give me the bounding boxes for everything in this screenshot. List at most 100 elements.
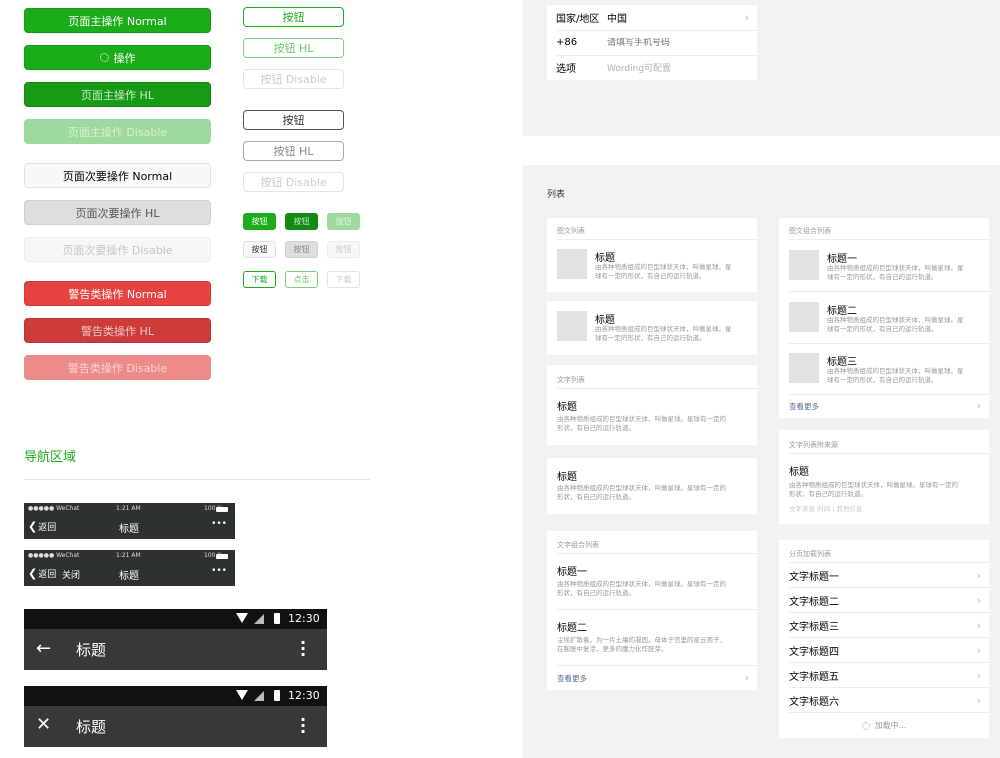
list-item[interactable]: 文字标题一 ›: [779, 563, 989, 587]
item-desc: 由各种物质组成的巨型球状天体，叫做星球。星球有一定的: [789, 481, 958, 489]
list-item[interactable]: 标题二 尘埃扩散着，为一片土壤的凝固，母体子宫里的星云孢子， 在膨胀中复活，更多…: [547, 610, 757, 665]
item-title: 标题: [595, 253, 615, 264]
back-button[interactable]: ❮ 返回: [28, 567, 56, 580]
status-time: 12:30: [288, 612, 320, 625]
warn-button-hl[interactable]: 警告类操作 HL: [24, 318, 211, 343]
list-item[interactable]: 标题二 由各种物质组成的巨型球状天体，叫做星球。星 球有一定的形状，有自己的运行…: [779, 292, 989, 343]
list-item[interactable]: 文字标题六 ›: [779, 688, 989, 712]
arrow-left-icon[interactable]: ←: [36, 638, 51, 659]
default-button-normal[interactable]: 页面次要操作 Normal: [24, 163, 211, 188]
overflow-menu-icon[interactable]: · · ·: [300, 712, 306, 740]
country-row[interactable]: 国家/地区 中国 ›: [547, 5, 757, 30]
button-label: 按钮: [251, 245, 268, 254]
plain-default-button[interactable]: 按钮: [243, 110, 344, 130]
list-item[interactable]: 标题一 由各种物质组成的巨型球状天体，叫做星球。星 球有一定的形状，有自己的运行…: [779, 240, 989, 291]
item-title: 文字标题三: [789, 621, 839, 633]
text-group-list-card: 文字组合列表 标题一 由各种物质组成的巨型球状天体，叫做星球。星球有一定的 形状…: [547, 531, 757, 690]
loading-indicator: 加载中...: [779, 713, 989, 738]
mini-plain-download-button[interactable]: 下载: [243, 271, 276, 288]
list-item[interactable]: 文字标题五 ›: [779, 663, 989, 687]
more-icon[interactable]: •••: [211, 519, 227, 529]
android-toolbar: ✕ 标题 · · ·: [24, 706, 327, 747]
chevron-right-icon: ›: [976, 693, 981, 707]
status-time: 1:21 AM: [116, 505, 141, 512]
plain-primary-button[interactable]: 按钮: [243, 7, 344, 27]
wifi-icon: [236, 690, 248, 700]
item-desc: 在膨胀中复活，更多的魔力化作胚芽。: [557, 645, 668, 653]
paged-list-card: 分页加载列表 文字标题一 › 文字标题二 › 文字标题三 › 文字标题四 › 文…: [779, 540, 989, 738]
item-desc: 由各种物质组成的巨型球状天体，叫做星球。星: [595, 325, 732, 333]
button-label: 按钮: [282, 11, 305, 24]
item-desc: 球有一定的形状，有自己的运行轨道。: [595, 272, 706, 280]
back-button[interactable]: ❮ 返回: [28, 520, 56, 533]
item-title: 标题: [557, 402, 577, 413]
ios-status-bar: ●●●●● WeChat 1:21 AM 100 %: [24, 552, 235, 562]
item-title: 文字标题四: [789, 646, 839, 658]
list-item[interactable]: 标题三 由各种物质组成的巨型球状天体，叫做星球。星 球有一定的形状，有自己的运行…: [779, 344, 989, 394]
mini-primary-button-hl[interactable]: 按钮: [285, 213, 318, 230]
view-more-link[interactable]: 查看更多 ›: [547, 666, 757, 690]
view-more-link[interactable]: 查看更多 ›: [779, 395, 989, 418]
country-label: 国家/地区: [556, 14, 600, 25]
mini-primary-button[interactable]: 按钮: [243, 213, 276, 230]
thumbnail-image: [789, 353, 819, 383]
mini-default-button-hl[interactable]: 按钮: [285, 241, 318, 258]
thumbnail-image: [557, 311, 587, 341]
ios-status-bar: ●●●●● WeChat 1:21 AM 100 %: [24, 505, 235, 515]
android-appbar-close: 12:30 ✕ 标题 · · ·: [24, 686, 327, 747]
view-more-label: 查看更多: [789, 402, 819, 411]
list-item[interactable]: 标题 由各种物质组成的巨型球状天体，叫做星球。星球有一定的 形状，有自己的运行轨…: [547, 458, 757, 514]
close-icon[interactable]: ✕: [36, 714, 51, 735]
android-toolbar: ← 标题 · · ·: [24, 629, 327, 670]
item-desc: 形状，有自己的运行轨道。: [557, 424, 635, 432]
mini-default-button[interactable]: 按钮: [243, 241, 276, 258]
option-value: Wording可配置: [607, 64, 672, 74]
list-item[interactable]: 标题 由各种物质组成的巨型球状天体，叫做星球。星球有一定的 形状，有自己的运行轨…: [779, 454, 989, 524]
more-icon[interactable]: •••: [211, 566, 227, 576]
list-item[interactable]: 标题 由各种物质组成的巨型球状天体，叫做星球。星 球有一定的形状，有自己的运行轨…: [547, 301, 757, 355]
thumbnail-image: [557, 249, 587, 279]
item-desc: 由各种物质组成的巨型球状天体，叫做星球。星球有一定的: [557, 580, 726, 588]
thumbnail-image: [789, 250, 819, 280]
list-item[interactable]: 标题 由各种物质组成的巨型球状天体，叫做星球。星球有一定的 形状，有自己的运行轨…: [547, 389, 757, 445]
default-button-disabled: 页面次要操作 Disable: [24, 237, 211, 262]
text-list-card: 标题 由各种物质组成的巨型球状天体，叫做星球。星球有一定的 形状，有自己的运行轨…: [547, 458, 757, 514]
button-label: 按钮 Disable: [260, 176, 327, 189]
phone-input[interactable]: [607, 37, 747, 48]
list-item[interactable]: 文字标题二 ›: [779, 588, 989, 612]
list-item[interactable]: 文字标题三 ›: [779, 613, 989, 637]
signal-icon: [254, 614, 264, 624]
button-label: 警告类操作 Normal: [68, 287, 167, 301]
default-button-hl[interactable]: 页面次要操作 HL: [24, 200, 211, 225]
option-row[interactable]: 选项 Wording可配置: [547, 55, 757, 80]
close-button[interactable]: 关闭: [62, 568, 80, 581]
item-title: 文字标题二: [789, 596, 839, 608]
primary-button-normal[interactable]: 页面主操作 Normal: [24, 8, 211, 33]
warn-button-normal[interactable]: 警告类操作 Normal: [24, 281, 211, 306]
item-title: 标题三: [827, 357, 857, 368]
item-desc: 球有一定的形状，有自己的运行轨道。: [595, 334, 706, 342]
list-item[interactable]: 标题一 由各种物质组成的巨型球状天体，叫做星球。星球有一定的 形状，有自己的运行…: [547, 554, 757, 609]
mini-plain-click-button[interactable]: 点击: [285, 271, 318, 288]
overflow-menu-icon[interactable]: · · ·: [300, 635, 306, 663]
button-label: 点击: [293, 275, 310, 284]
text-list-caption: 文字列表: [557, 376, 585, 384]
country-value: 中国: [607, 14, 627, 25]
item-desc: 由各种物质组成的巨型球状天体，叫做星球。星: [595, 263, 732, 271]
primary-button-loading[interactable]: 操作: [24, 45, 211, 70]
chevron-right-icon: ›: [976, 643, 981, 657]
primary-button-hl[interactable]: 页面主操作 HL: [24, 82, 211, 107]
mini-plain-download-button-disabled: 下载: [327, 271, 360, 288]
list-item[interactable]: 文字标题四 ›: [779, 638, 989, 662]
media-list-card: 图文列表 标题 由各种物质组成的巨型球状天体，叫做星球。星 球有一定的形状，有自…: [547, 218, 757, 292]
item-desc: 形状，有自己的运行轨道。: [557, 589, 635, 597]
plain-default-button-hl[interactable]: 按钮 HL: [243, 141, 344, 161]
option-label: 选项: [556, 64, 576, 75]
phone-prefix: +86: [556, 37, 578, 48]
nav-section-title: 导航区域: [24, 450, 77, 465]
plain-primary-button-hl[interactable]: 按钮 HL: [243, 38, 344, 58]
list-item[interactable]: 标题 由各种物质组成的巨型球状天体，叫做星球。星 球有一定的形状，有自己的运行轨…: [547, 240, 757, 292]
item-desc: 球有一定的形状，有自己的运行轨道。: [827, 325, 938, 333]
form-panel: 国家/地区 中国 › +86 选项 Wording可配置: [523, 0, 1000, 136]
android-status-bar: 12:30: [24, 609, 327, 629]
